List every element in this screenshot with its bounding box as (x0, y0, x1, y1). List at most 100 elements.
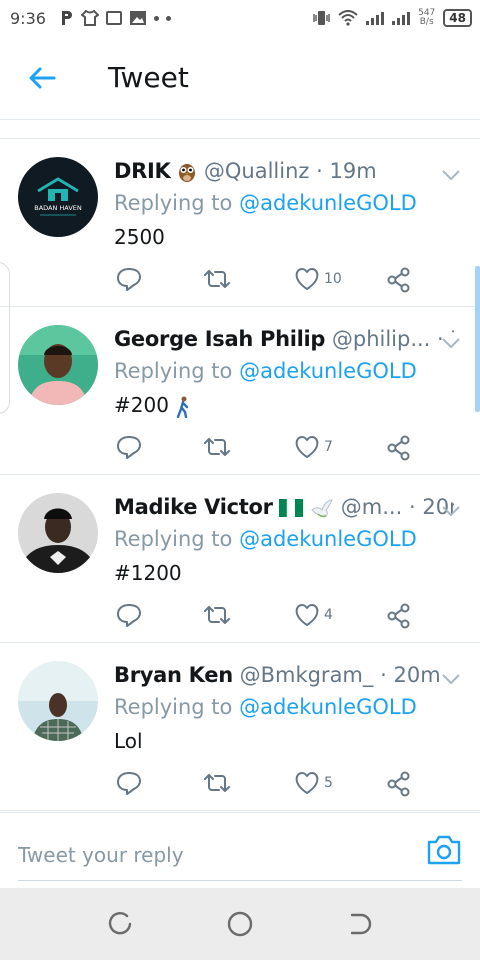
wifi-icon (338, 10, 358, 26)
mention-link[interactable]: @adekunleGOLD (239, 695, 417, 719)
scrollbar-thumb[interactable] (475, 266, 480, 412)
retweet-button[interactable] (202, 603, 232, 627)
reply-tweet[interactable]: Bryan Ken @Bmkgram_ · 20m Replying to @a… (0, 643, 480, 811)
tweet-author-line: George Isah Philip @philip... · 7m (114, 327, 454, 355)
like-button[interactable]: 10 (294, 267, 342, 291)
system-back-button[interactable] (341, 905, 379, 943)
mention-link[interactable]: @adekunleGOLD (239, 191, 417, 215)
reply-tweet[interactable]: George Isah Philip @philip... · 7m Reply… (0, 307, 480, 475)
avatar[interactable] (18, 325, 98, 405)
replies-feed[interactable]: BADAN HAVEN DRIK @Quallinz · 19m Replyin… (0, 138, 480, 811)
share-button[interactable] (386, 267, 412, 293)
reply-composer (0, 812, 480, 888)
owl-emoji-icon (179, 164, 196, 182)
like-count: 4 (324, 607, 333, 623)
edge-swipe-handle[interactable] (0, 262, 10, 414)
replying-to-line: Replying to @adekunleGOLD (114, 359, 417, 383)
reply-button[interactable] (116, 603, 142, 627)
mention-link[interactable]: @adekunleGOLD (239, 359, 417, 383)
tweet-author-line: DRIK @Quallinz · 19m (114, 159, 454, 187)
retweet-icon (204, 606, 230, 624)
retweet-icon (204, 438, 230, 456)
tweet-text: Lol (114, 729, 143, 753)
retweet-icon (204, 270, 230, 288)
retweet-button[interactable] (202, 435, 232, 459)
profile-photo (18, 661, 98, 741)
pinterest-notification-icon (61, 11, 72, 25)
svg-text:BADAN HAVEN: BADAN HAVEN (34, 204, 82, 212)
comment-icon (117, 604, 141, 627)
like-button[interactable]: 7 (294, 435, 333, 459)
like-count: 5 (324, 775, 333, 791)
comment-icon (117, 268, 141, 291)
reply-button[interactable] (116, 267, 142, 291)
avatar[interactable]: BADAN HAVEN (18, 157, 98, 237)
author-handle[interactable]: @philip... (332, 327, 431, 351)
reply-input[interactable] (18, 835, 462, 881)
badan-haven-logo: BADAN HAVEN (18, 157, 98, 237)
chevron-down-icon (442, 338, 460, 349)
chevron-down-icon (442, 170, 460, 181)
network-speed: 547 B/s (418, 8, 436, 27)
author-handle[interactable]: @Bmkgram_ (240, 663, 374, 687)
reply-button[interactable] (116, 771, 142, 795)
like-button[interactable]: 4 (294, 603, 333, 627)
share-button[interactable] (386, 771, 412, 797)
tweet-menu-button[interactable] (442, 501, 460, 520)
heart-icon (295, 604, 319, 626)
heart-icon (295, 268, 319, 290)
tweet-actions: 10 (114, 267, 424, 295)
reply-tweet[interactable]: Madike Victor @m... · 20m Replying to @a… (0, 475, 480, 643)
author-name[interactable]: George Isah Philip (114, 327, 325, 351)
recents-button[interactable] (101, 905, 139, 943)
tweet-menu-button[interactable] (442, 669, 460, 688)
tweet-author-line: Bryan Ken @Bmkgram_ · 20m (114, 663, 454, 691)
home-button[interactable] (221, 905, 259, 943)
author-handle[interactable]: @Quallinz (204, 159, 310, 183)
author-handle[interactable]: @m... (341, 495, 402, 519)
tweet-actions: 7 (114, 435, 424, 463)
share-button[interactable] (386, 603, 412, 629)
like-button[interactable]: 5 (294, 771, 333, 795)
share-icon (387, 435, 410, 461)
notification-icons (60, 10, 171, 26)
tweet-text: 2500 (114, 225, 165, 249)
separator-dot: · (316, 159, 323, 183)
image-notification-icon (129, 11, 146, 25)
camera-button[interactable] (426, 833, 462, 867)
back-button[interactable] (0, 36, 84, 120)
tweet-author-line: Madike Victor @m... · 20m (114, 495, 454, 523)
chevron-down-icon (442, 674, 460, 685)
reply-tweet[interactable]: BADAN HAVEN DRIK @Quallinz · 19m Replyin… (0, 139, 480, 307)
recents-icon (108, 911, 132, 935)
author-name[interactable]: Bryan Ken (114, 663, 233, 687)
share-icon (387, 267, 410, 293)
share-icon (387, 771, 410, 797)
page-title: Tweet (108, 61, 189, 94)
tweet-time: 20m (393, 663, 441, 687)
mention-link[interactable]: @adekunleGOLD (239, 527, 417, 551)
tweet-menu-button[interactable] (442, 165, 460, 184)
like-count: 10 (324, 271, 342, 287)
back-icon (350, 913, 372, 935)
retweet-button[interactable] (202, 267, 232, 291)
share-icon (387, 603, 410, 629)
tweet-time: 19m (329, 159, 377, 183)
avatar[interactable] (18, 661, 98, 741)
vibrate-icon (313, 11, 330, 25)
author-name[interactable]: DRIK (114, 159, 171, 183)
avatar[interactable] (18, 493, 98, 573)
nigeria-flag-emoji-icon (279, 499, 304, 517)
tweet-text: #200 (114, 393, 191, 418)
retweet-button[interactable] (202, 771, 232, 795)
tweet-menu-button[interactable] (442, 333, 460, 352)
share-button[interactable] (386, 435, 412, 461)
reply-button[interactable] (116, 435, 142, 459)
battery-indicator: 48 (443, 9, 472, 27)
camera-icon (427, 835, 461, 865)
home-circle-icon (227, 911, 253, 937)
dove-emoji-icon (311, 499, 333, 518)
comment-icon (117, 436, 141, 459)
author-name[interactable]: Madike Victor (114, 495, 273, 519)
shirt-notification-icon (80, 10, 99, 26)
